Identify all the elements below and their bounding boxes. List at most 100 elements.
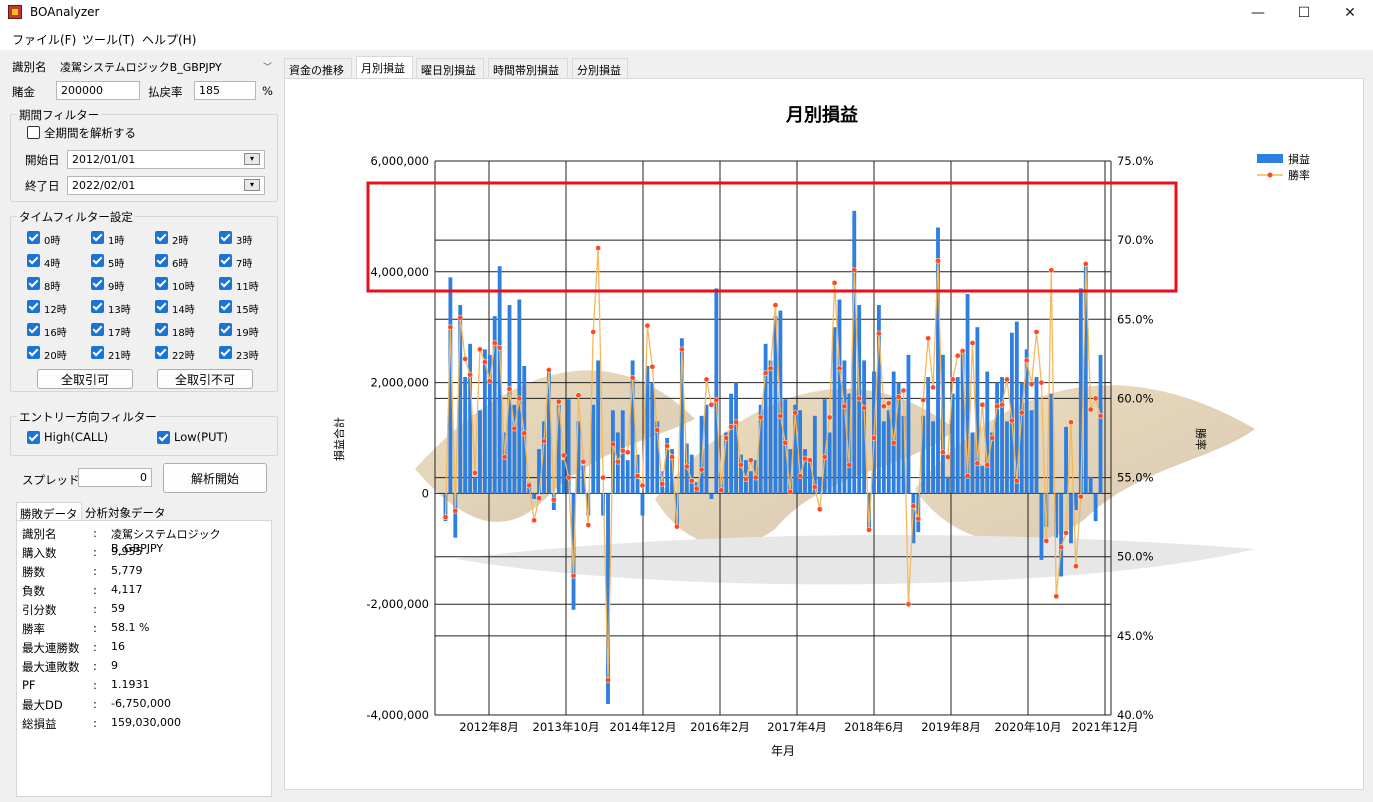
stat-key: 総損益 xyxy=(22,717,57,731)
winrate-point xyxy=(1028,381,1035,388)
hour-checkbox[interactable] xyxy=(219,346,232,359)
winrate-point xyxy=(506,386,513,392)
winrate-point xyxy=(959,348,966,354)
end-date-input[interactable]: 2022/02/01 ▾ xyxy=(67,176,265,195)
y2-tick-label: 55.0% xyxy=(1117,471,1154,485)
chart-title: 月別損益 xyxy=(785,104,858,126)
maximize-button[interactable]: ☐ xyxy=(1281,0,1327,26)
low-put-checkbox[interactable] xyxy=(157,431,170,444)
hour-checkbox[interactable] xyxy=(155,254,168,267)
hour-checkbox[interactable] xyxy=(91,323,104,336)
winrate-point xyxy=(782,439,789,446)
hour-checkbox[interactable] xyxy=(155,277,168,290)
deny-all-button[interactable]: 全取引不可 xyxy=(157,369,253,389)
pnl-bar xyxy=(1073,493,1078,511)
winrate-point xyxy=(649,363,656,370)
hour-checkbox[interactable] xyxy=(27,254,40,267)
hour-checkbox[interactable] xyxy=(155,231,168,244)
tab-analysis-data[interactable]: 分析対象データ xyxy=(82,502,169,522)
winrate-point xyxy=(1087,406,1094,413)
x-tick-label: 2021年12月 xyxy=(1072,720,1139,734)
stat-colon: : xyxy=(93,602,97,616)
hour-checkbox[interactable] xyxy=(219,300,232,313)
spread-label: スプレッド xyxy=(22,473,80,487)
tab-hourly-pnl[interactable]: 時間帯別損益 xyxy=(488,58,568,78)
allow-all-button[interactable]: 全取引可 xyxy=(37,369,133,389)
hour-checkbox[interactable] xyxy=(219,277,232,290)
hour-checkbox[interactable] xyxy=(27,231,40,244)
menu-file[interactable]: ファイル(F) xyxy=(12,31,76,48)
stat-colon: : xyxy=(93,640,97,654)
payout-input[interactable]: 185 xyxy=(194,81,256,100)
menu-tools[interactable]: ツール(T) xyxy=(82,31,135,48)
pnl-bar xyxy=(763,343,768,494)
tab-fund-trend[interactable]: 資金の推移 xyxy=(284,58,352,78)
hour-checkbox[interactable] xyxy=(91,231,104,244)
analyze-button[interactable]: 解析開始 xyxy=(163,463,267,493)
winrate-point xyxy=(693,485,700,492)
time-filter-group: タイムフィルター設定 0時 1時 2時 3時 4時 5時 6時 7時 8時 9時 10時 11時 12時… xyxy=(10,209,278,392)
x-tick-label: 2013年10月 xyxy=(533,720,600,734)
hour-checkbox[interactable] xyxy=(155,300,168,313)
hour-checkbox[interactable] xyxy=(219,323,232,336)
hour-checkbox[interactable] xyxy=(91,277,104,290)
start-date-input[interactable]: 2012/01/01 ▾ xyxy=(67,150,265,169)
stat-value: 59 xyxy=(111,602,125,615)
winrate-point xyxy=(718,487,725,494)
hour-checkbox[interactable] xyxy=(91,346,104,359)
stat-value: 9,955 xyxy=(111,545,143,558)
bet-input[interactable]: 200000 xyxy=(56,81,140,100)
period-filter-group: 期間フィルター 全期間を解析する 開始日 2012/01/01 ▾ 終了日 20… xyxy=(10,107,278,202)
hour-label: 18時 xyxy=(172,328,195,339)
hour-checkbox[interactable] xyxy=(91,300,104,313)
winrate-point xyxy=(945,454,951,460)
hour-checkbox[interactable] xyxy=(219,231,232,244)
winrate-point xyxy=(900,387,907,394)
hour-checkbox[interactable] xyxy=(155,323,168,336)
tab-minute-pnl[interactable]: 分別損益 xyxy=(572,58,628,78)
high-call-checkbox[interactable] xyxy=(27,431,40,444)
tab-win-loss[interactable]: 勝敗データ xyxy=(16,502,82,522)
spread-input[interactable]: 0 xyxy=(78,468,152,487)
winrate-point xyxy=(1048,267,1055,274)
close-button[interactable]: ✕ xyxy=(1327,0,1373,26)
winrate-point xyxy=(442,514,449,520)
hour-label: 8時 xyxy=(44,282,61,293)
winrate-point xyxy=(920,397,927,403)
menu-help[interactable]: ヘルプ(H) xyxy=(142,31,196,48)
chart-panel: 月別損益 6,000,000 4,000,000 2,000,000 0 -2,000,… xyxy=(284,78,1364,790)
hour-checkbox[interactable] xyxy=(27,300,40,313)
stat-value: 9 xyxy=(111,659,118,672)
calendar-icon[interactable]: ▾ xyxy=(244,153,260,165)
winrate-point xyxy=(482,359,488,365)
pnl-bar xyxy=(473,476,477,494)
id-select[interactable]: 凌駕システムロジックB_GBPJPY ﹀ xyxy=(52,56,276,76)
y2-tick-label: 45.0% xyxy=(1117,629,1154,643)
pnl-bar xyxy=(886,410,891,494)
stat-value: 58.1 % xyxy=(111,621,150,634)
low-put-label: Low(PUT) xyxy=(174,430,228,444)
winrate-point xyxy=(516,395,523,402)
hour-checkbox[interactable] xyxy=(219,254,232,267)
x-tick-label: 2012年8月 xyxy=(459,720,519,734)
tab-weekday-pnl[interactable]: 曜日別損益 xyxy=(416,58,484,78)
minimize-button[interactable]: — xyxy=(1235,0,1281,26)
hour-checkbox[interactable] xyxy=(27,346,40,359)
pnl-bar xyxy=(1064,426,1068,494)
hour-checkbox[interactable] xyxy=(27,277,40,290)
winrate-point xyxy=(496,344,503,351)
pnl-bar xyxy=(881,421,886,494)
winrate-point xyxy=(925,335,931,342)
tab-monthly-pnl[interactable]: 月別損益 xyxy=(356,56,413,78)
winrate-point xyxy=(629,375,636,381)
calendar-icon[interactable]: ▾ xyxy=(244,179,260,191)
hour-checkbox[interactable] xyxy=(155,346,168,359)
hour-checkbox[interactable] xyxy=(27,323,40,336)
all-period-checkbox[interactable] xyxy=(27,126,40,139)
pnl-bar xyxy=(748,471,753,494)
hour-checkbox[interactable] xyxy=(91,254,104,267)
hour-label: 16時 xyxy=(44,328,67,339)
y-tick-label: 6,000,000 xyxy=(370,154,429,168)
hour-label: 22時 xyxy=(172,351,195,362)
winrate-point xyxy=(457,314,464,321)
